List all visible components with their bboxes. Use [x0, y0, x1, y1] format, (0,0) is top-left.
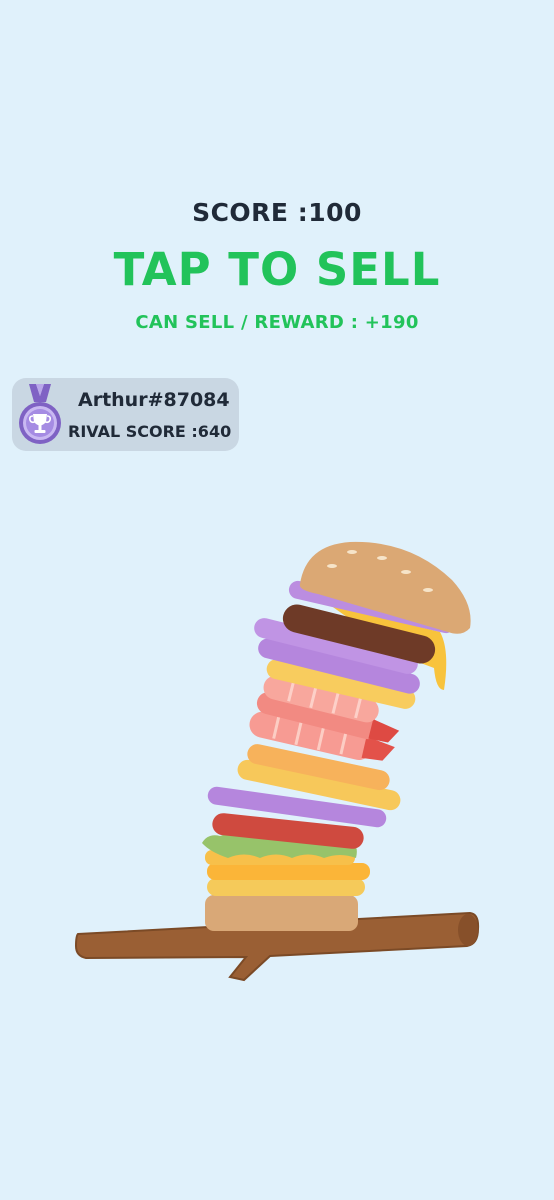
trophy-medal-icon: [19, 384, 61, 444]
reward-label: CAN SELL / REWARD : +190: [135, 312, 419, 333]
bottom-bun: [205, 895, 358, 931]
cheese-slice: [207, 878, 365, 896]
burger-tower: [74, 541, 480, 982]
rival-name: Arthur#87084: [78, 389, 230, 411]
cheese-slice: [207, 863, 370, 880]
score-label: SCORE :100: [192, 198, 362, 227]
rival-card: Arthur#87084 RIVAL SCORE :640: [12, 378, 239, 451]
tap-to-sell-button[interactable]: TAP TO SELL: [0, 243, 554, 296]
rival-score: RIVAL SCORE :640: [68, 422, 232, 441]
